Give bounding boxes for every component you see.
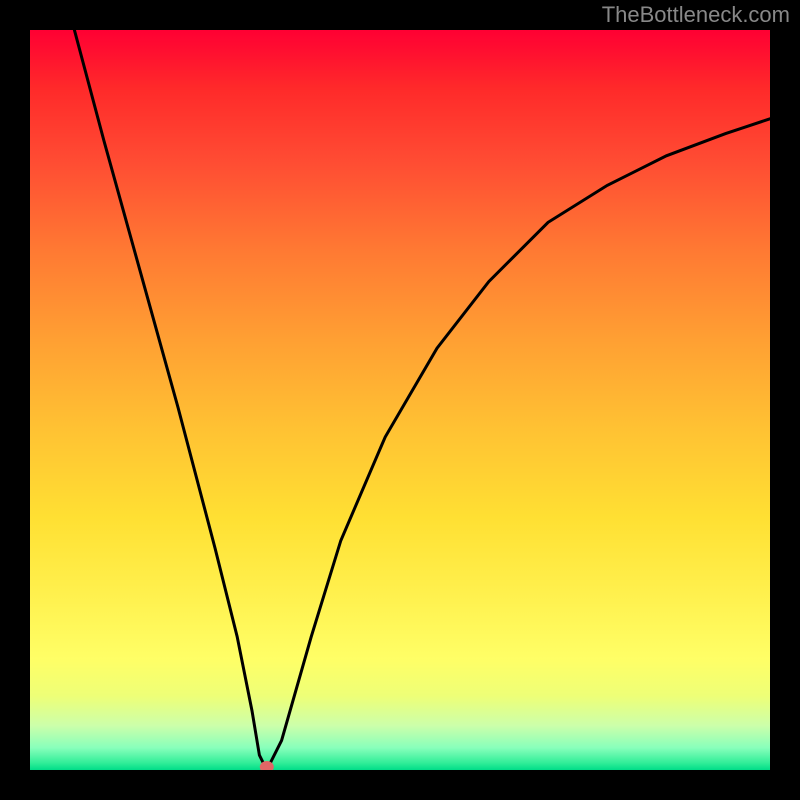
plot-area [30,30,770,770]
watermark-text: TheBottleneck.com [602,2,790,28]
curve-svg [30,30,770,770]
bottleneck-curve [74,30,770,770]
chart-container: TheBottleneck.com [0,0,800,800]
